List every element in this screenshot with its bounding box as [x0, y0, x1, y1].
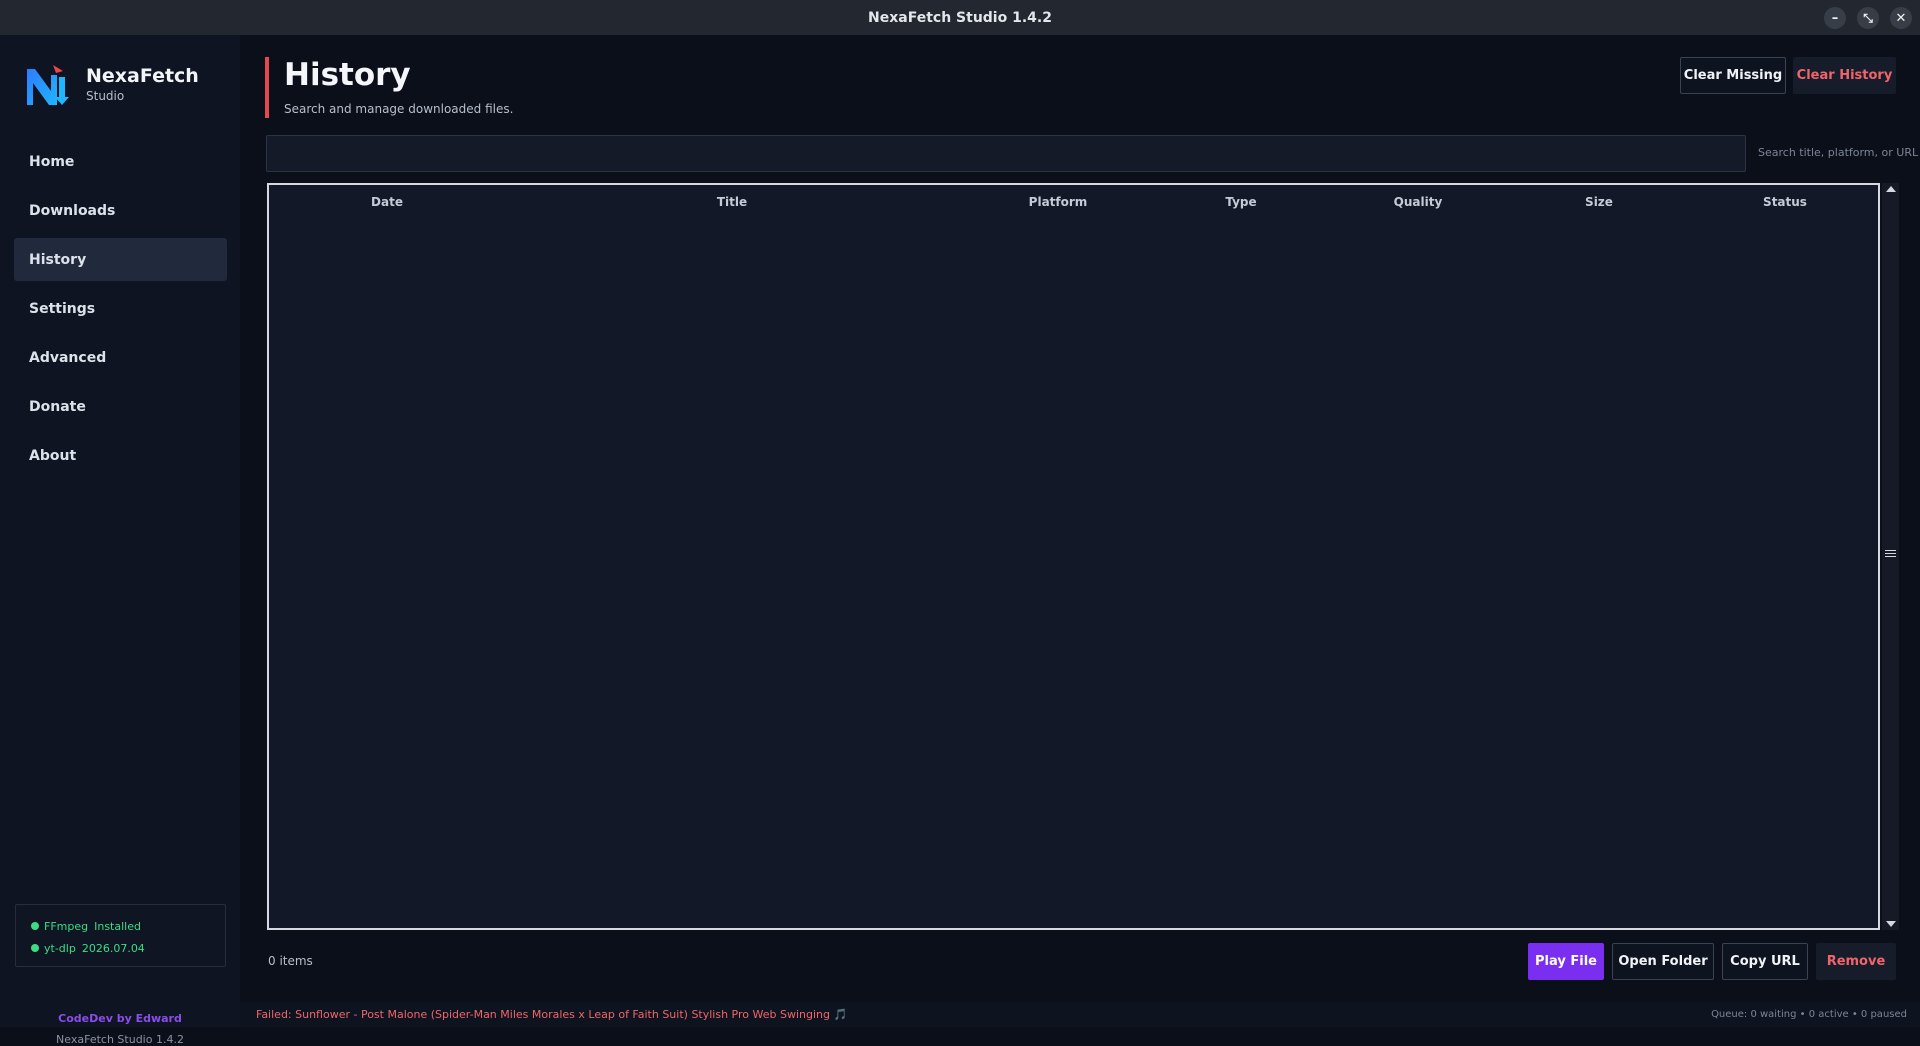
sidebar-item-label: Advanced	[29, 349, 107, 366]
page-subtitle: Search and manage downloaded files.	[284, 102, 514, 116]
brand-subtitle: Studio	[86, 89, 125, 103]
dependency-status-panel: FFmpeg Installed yt-dlp 2026.07.04	[15, 904, 226, 967]
table-header: Date Title Platform Type Quality Size St…	[269, 185, 1877, 219]
sidebar-item-label: Home	[29, 153, 75, 170]
sidebar-item-settings[interactable]: Settings	[14, 287, 227, 330]
status-message: Failed: Sunflower - Post Malone (Spider-…	[256, 1008, 848, 1021]
table-scrollbar[interactable]	[1882, 183, 1899, 930]
sidebar-item-about[interactable]: About	[14, 434, 227, 477]
queue-status: Queue: 0 waiting • 0 active • 0 paused	[1711, 1009, 1907, 1020]
restore-icon[interactable]: ⤡	[1857, 7, 1879, 29]
search-input[interactable]	[266, 135, 1746, 172]
sidebar-item-label: Downloads	[29, 202, 116, 219]
app-version: NexaFetch Studio 1.4.2	[56, 1033, 184, 1046]
dependency-ffmpeg: FFmpeg Installed	[31, 915, 225, 937]
sidebar-item-donate[interactable]: Donate	[14, 385, 227, 428]
sidebar-item-home[interactable]: Home	[14, 140, 227, 183]
sidebar-nav: Home Downloads History Settings Advanced…	[14, 140, 227, 483]
column-header-type[interactable]: Type	[1225, 195, 1256, 209]
search-hint: Search title, platform, or URL	[1758, 146, 1919, 159]
status-bar: Failed: Sunflower - Post Malone (Spider-…	[240, 1002, 1920, 1027]
brand-name: NexaFetch	[86, 65, 199, 87]
copy-url-button[interactable]: Copy URL	[1722, 943, 1808, 980]
nexafetch-logo-icon	[27, 65, 69, 105]
history-table[interactable]: Date Title Platform Type Quality Size St…	[267, 183, 1880, 930]
close-icon[interactable]: ✕	[1890, 7, 1912, 29]
sidebar-item-label: History	[29, 251, 87, 268]
scroll-grip-icon[interactable]	[1885, 550, 1896, 559]
scroll-down-arrow-icon[interactable]	[1886, 921, 1896, 927]
column-header-status[interactable]: Status	[1763, 195, 1807, 209]
window-title: NexaFetch Studio 1.4.2	[868, 9, 1052, 26]
sidebar-item-downloads[interactable]: Downloads	[14, 189, 227, 232]
remove-button[interactable]: Remove	[1816, 943, 1896, 980]
scroll-up-arrow-icon[interactable]	[1886, 186, 1896, 192]
column-header-title[interactable]: Title	[717, 195, 747, 209]
sidebar-item-label: Settings	[29, 300, 96, 317]
clear-missing-button[interactable]: Clear Missing	[1680, 57, 1786, 94]
play-file-button[interactable]: Play File	[1528, 943, 1604, 980]
column-header-quality[interactable]: Quality	[1394, 195, 1443, 209]
sidebar-item-history[interactable]: History	[14, 238, 227, 281]
column-header-date[interactable]: Date	[371, 195, 403, 209]
main-content: History Search and manage downloaded fil…	[240, 35, 1920, 1027]
window-titlebar[interactable]: NexaFetch Studio 1.4.2 – ⤡ ✕	[0, 0, 1920, 35]
column-header-size[interactable]: Size	[1585, 195, 1613, 209]
sidebar: NexaFetch Studio Home Downloads History …	[0, 35, 240, 1046]
brand: NexaFetch Studio	[25, 61, 199, 107]
page-title: History	[284, 57, 411, 93]
dependency-status: 2026.07.04	[81, 941, 145, 955]
sidebar-item-advanced[interactable]: Advanced	[14, 336, 227, 379]
window-controls: – ⤡ ✕	[1824, 7, 1912, 29]
column-header-platform[interactable]: Platform	[1029, 195, 1088, 209]
dependency-name: yt-dlp	[44, 941, 76, 955]
sidebar-item-label: Donate	[29, 398, 86, 415]
status-dot-icon	[31, 922, 39, 930]
header-accent-bar	[265, 57, 269, 118]
clear-history-button[interactable]: Clear History	[1793, 57, 1896, 94]
sidebar-item-label: About	[29, 447, 77, 464]
status-dot-icon	[31, 944, 39, 952]
credit-link[interactable]: CodeDev by Edward	[0, 1012, 240, 1025]
minimize-icon[interactable]: –	[1824, 7, 1846, 29]
open-folder-button[interactable]: Open Folder	[1612, 943, 1714, 980]
item-count: 0 items	[268, 954, 313, 968]
dependency-ytdlp: yt-dlp 2026.07.04	[31, 937, 225, 959]
dependency-status: Installed	[94, 919, 141, 933]
dependency-name: FFmpeg	[44, 919, 89, 933]
